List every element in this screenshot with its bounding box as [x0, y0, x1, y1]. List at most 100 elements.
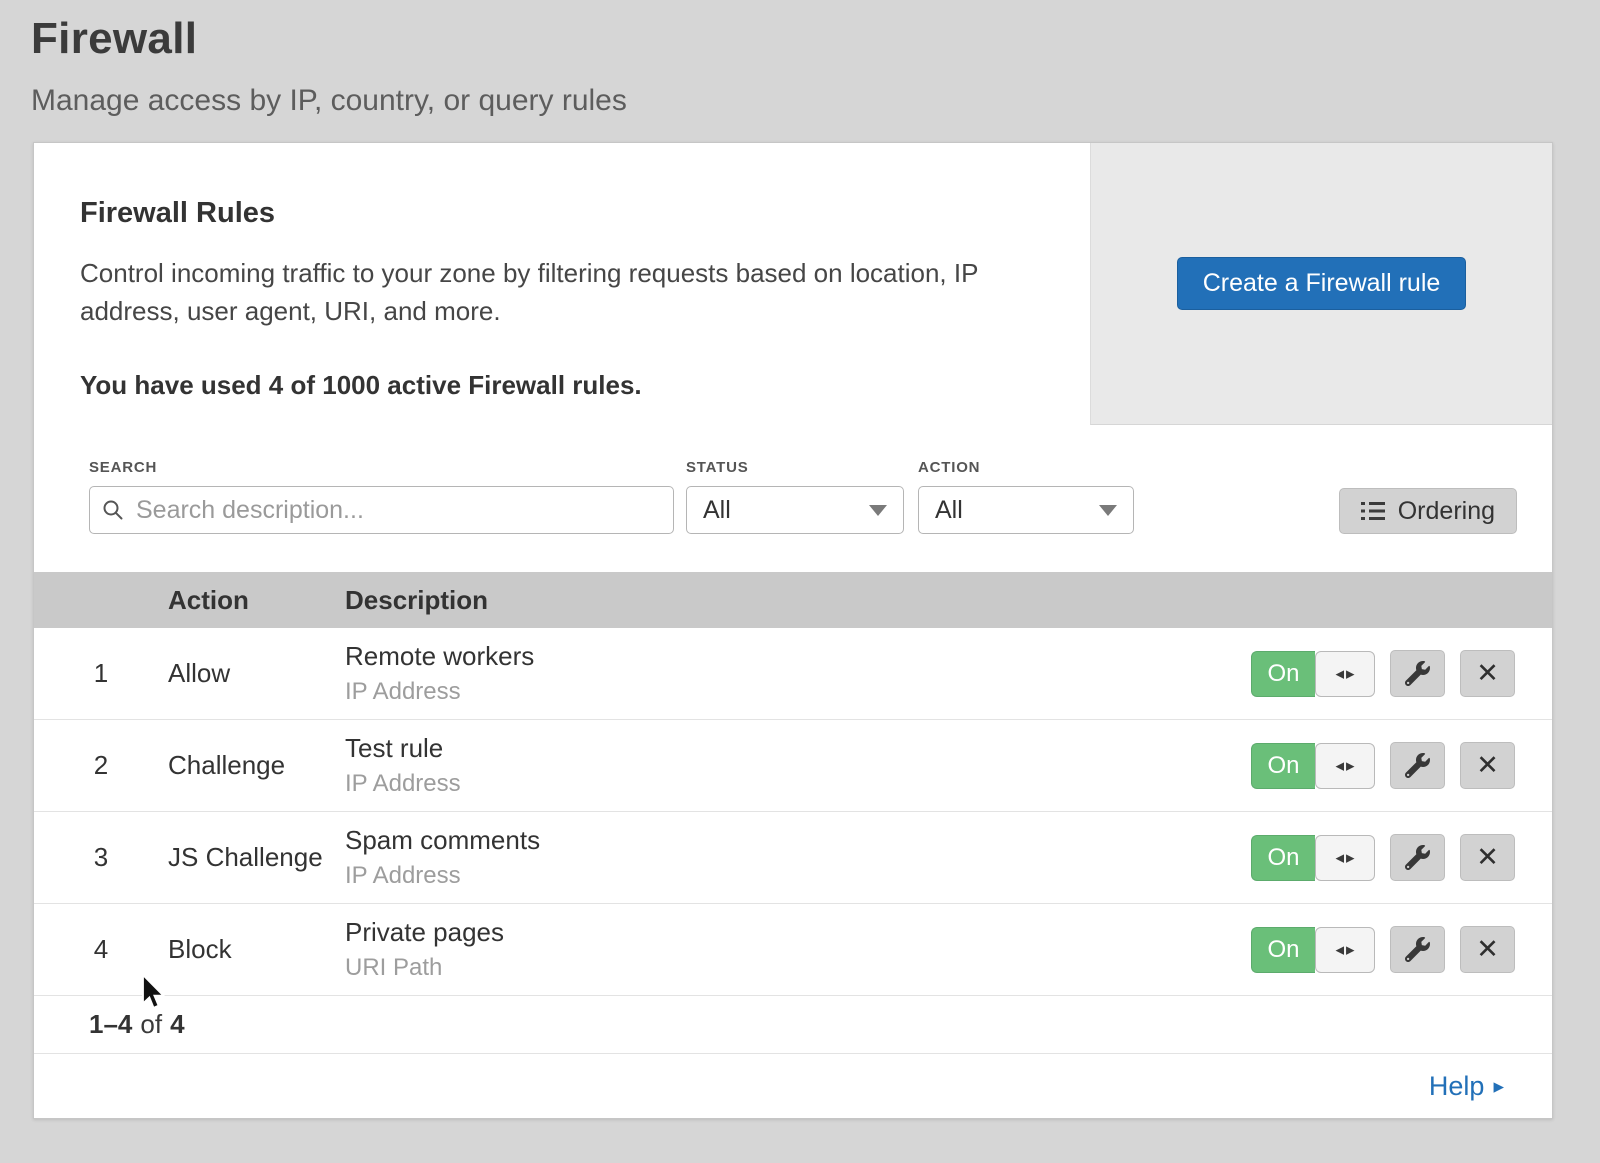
- table-row: 4 Block Private pages URI Path On ◂▸ ✕: [34, 904, 1552, 996]
- toggle-on-label: On: [1251, 651, 1315, 697]
- pagination-separator: of: [140, 1009, 162, 1040]
- rule-action: JS Challenge: [168, 842, 345, 873]
- rule-priority: 4: [34, 934, 168, 965]
- wrench-icon: [1405, 937, 1430, 962]
- delete-rule-button[interactable]: ✕: [1460, 742, 1515, 789]
- wrench-icon: [1405, 661, 1430, 686]
- rule-description-cell: Test rule IP Address: [345, 733, 1251, 798]
- status-filter-group: STATUS All: [686, 459, 904, 534]
- rule-field: IP Address: [345, 678, 1251, 706]
- toggle-arrows-icon: ◂▸: [1333, 940, 1356, 960]
- action-label: ACTION: [918, 459, 1134, 476]
- pagination-range: 1–4: [89, 1009, 132, 1040]
- table-row: 2 Challenge Test rule IP Address On ◂▸ ✕: [34, 720, 1552, 812]
- rules-usage-text: You have used 4 of 1000 active Firewall …: [80, 370, 1030, 401]
- action-select[interactable]: All: [918, 486, 1134, 534]
- card-heading: Firewall Rules: [80, 197, 1030, 230]
- rule-enabled-toggle[interactable]: On ◂▸: [1251, 651, 1375, 697]
- rule-description: Private pages: [345, 917, 1251, 948]
- table-row: 1 Allow Remote workers IP Address On ◂▸ …: [34, 628, 1552, 720]
- firewall-rules-card: Firewall Rules Control incoming traffic …: [33, 142, 1553, 1119]
- rule-action: Block: [168, 934, 345, 965]
- action-select-value: All: [935, 496, 963, 525]
- help-link[interactable]: Help ▸: [1429, 1071, 1504, 1102]
- ordering-list-icon: [1361, 501, 1385, 521]
- pagination-total: 4: [170, 1009, 184, 1040]
- toggle-arrows-icon: ◂▸: [1333, 664, 1356, 684]
- close-icon: ✕: [1476, 936, 1499, 963]
- rule-description: Test rule: [345, 733, 1251, 764]
- rule-field: IP Address: [345, 862, 1251, 890]
- firewall-page: Firewall Manage access by IP, country, o…: [0, 0, 1600, 1119]
- action-filter-group: ACTION All: [918, 459, 1134, 534]
- close-icon: ✕: [1476, 752, 1499, 779]
- search-filter-group: SEARCH: [89, 459, 674, 534]
- edit-rule-button[interactable]: [1390, 834, 1445, 881]
- edit-rule-button[interactable]: [1390, 650, 1445, 697]
- ordering-button[interactable]: Ordering: [1339, 488, 1517, 534]
- wrench-icon: [1405, 845, 1430, 870]
- table-row: 3 JS Challenge Spam comments IP Address …: [34, 812, 1552, 904]
- search-label: SEARCH: [89, 459, 674, 476]
- rule-priority: 1: [34, 658, 168, 689]
- pagination: 1–4 of 4: [34, 996, 1552, 1054]
- row-controls: On ◂▸ ✕: [1251, 926, 1552, 973]
- status-select[interactable]: All: [686, 486, 904, 534]
- wrench-icon: [1405, 753, 1430, 778]
- toggle-knob[interactable]: ◂▸: [1315, 743, 1375, 789]
- edit-rule-button[interactable]: [1390, 742, 1445, 789]
- status-select-value: All: [703, 496, 731, 525]
- rule-enabled-toggle[interactable]: On ◂▸: [1251, 835, 1375, 881]
- close-icon: ✕: [1476, 660, 1499, 687]
- delete-rule-button[interactable]: ✕: [1460, 650, 1515, 697]
- toggle-knob[interactable]: ◂▸: [1315, 651, 1375, 697]
- row-controls: On ◂▸ ✕: [1251, 742, 1552, 789]
- rule-priority: 3: [34, 842, 168, 873]
- page-title: Firewall: [31, 14, 1600, 64]
- caret-right-icon: ▸: [1493, 1076, 1504, 1097]
- rule-action: Allow: [168, 658, 345, 689]
- rule-description-cell: Spam comments IP Address: [345, 825, 1251, 890]
- filters-bar: SEARCH STATUS All ACTION All: [34, 425, 1552, 572]
- column-header-action: Action: [168, 585, 345, 616]
- delete-rule-button[interactable]: ✕: [1460, 834, 1515, 881]
- card-intro: Firewall Rules Control incoming traffic …: [34, 143, 1090, 425]
- rule-description: Spam comments: [345, 825, 1251, 856]
- search-icon: [102, 499, 124, 521]
- card-footer: Help ▸: [34, 1054, 1552, 1118]
- chevron-down-icon: [869, 505, 887, 516]
- create-rule-panel: Create a Firewall rule: [1090, 143, 1552, 425]
- rule-field: IP Address: [345, 770, 1251, 798]
- card-description: Control incoming traffic to your zone by…: [80, 254, 1030, 330]
- rule-enabled-toggle[interactable]: On ◂▸: [1251, 927, 1375, 973]
- toggle-arrows-icon: ◂▸: [1333, 848, 1356, 868]
- search-box: [89, 486, 674, 534]
- delete-rule-button[interactable]: ✕: [1460, 926, 1515, 973]
- edit-rule-button[interactable]: [1390, 926, 1445, 973]
- toggle-on-label: On: [1251, 927, 1315, 973]
- status-label: STATUS: [686, 459, 904, 476]
- toggle-on-label: On: [1251, 835, 1315, 881]
- toggle-knob[interactable]: ◂▸: [1315, 835, 1375, 881]
- toggle-arrows-icon: ◂▸: [1333, 756, 1356, 776]
- rule-action: Challenge: [168, 750, 345, 781]
- rule-priority: 2: [34, 750, 168, 781]
- chevron-down-icon: [1099, 505, 1117, 516]
- page-header: Firewall Manage access by IP, country, o…: [0, 0, 1600, 118]
- create-firewall-rule-button[interactable]: Create a Firewall rule: [1177, 257, 1467, 310]
- toggle-on-label: On: [1251, 743, 1315, 789]
- toggle-knob[interactable]: ◂▸: [1315, 927, 1375, 973]
- close-icon: ✕: [1476, 844, 1499, 871]
- rule-enabled-toggle[interactable]: On ◂▸: [1251, 743, 1375, 789]
- page-subtitle: Manage access by IP, country, or query r…: [31, 84, 1600, 118]
- rule-description-cell: Private pages URI Path: [345, 917, 1251, 982]
- table-header: Action Description: [34, 572, 1552, 628]
- row-controls: On ◂▸ ✕: [1251, 834, 1552, 881]
- card-top-section: Firewall Rules Control incoming traffic …: [34, 143, 1552, 425]
- ordering-button-label: Ordering: [1398, 497, 1495, 526]
- rule-description: Remote workers: [345, 641, 1251, 672]
- firewall-rules-table: Action Description 1 Allow Remote worker…: [34, 572, 1552, 996]
- rule-field: URI Path: [345, 954, 1251, 982]
- column-header-description: Description: [345, 585, 1552, 616]
- search-input[interactable]: [134, 495, 661, 526]
